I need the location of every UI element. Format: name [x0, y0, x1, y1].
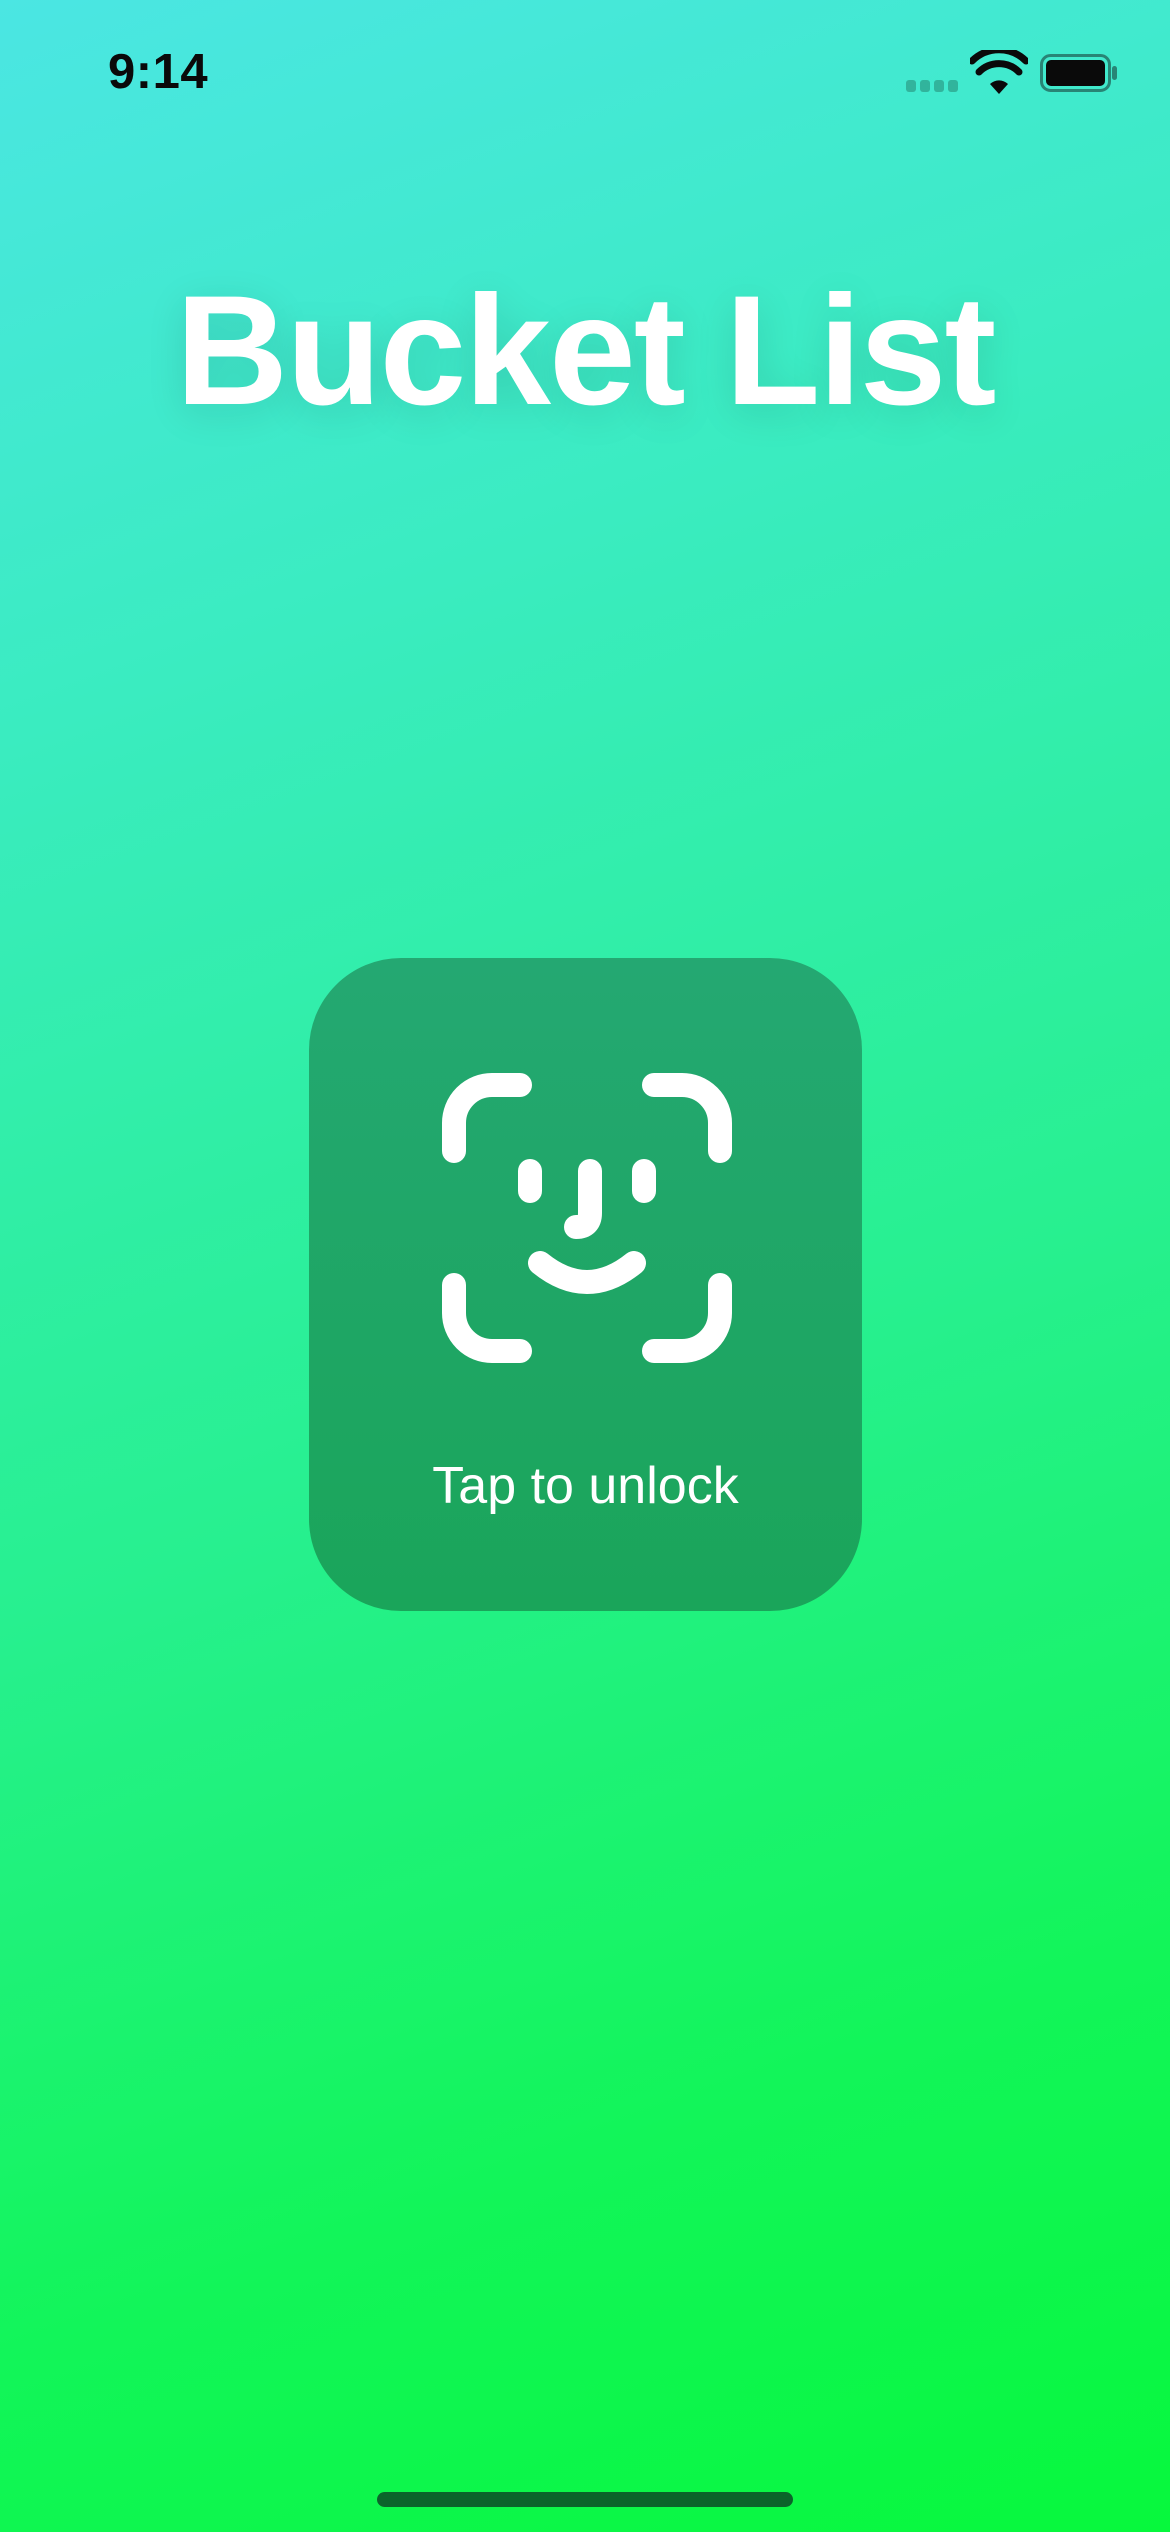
- battery-icon: [1040, 54, 1117, 92]
- status-time: 9:14: [108, 45, 209, 99]
- unlock-label: Tap to unlock: [432, 1457, 739, 1515]
- face-id-icon: [442, 1073, 732, 1363]
- home-indicator[interactable]: [377, 2492, 793, 2507]
- app-title: Bucket List: [175, 264, 997, 438]
- unlock-button[interactable]: Tap to unlock: [309, 958, 862, 1611]
- wifi-icon: [970, 50, 1028, 94]
- cellular-signal-icon: [906, 80, 960, 92]
- status-bar: 9:14: [0, 0, 1170, 140]
